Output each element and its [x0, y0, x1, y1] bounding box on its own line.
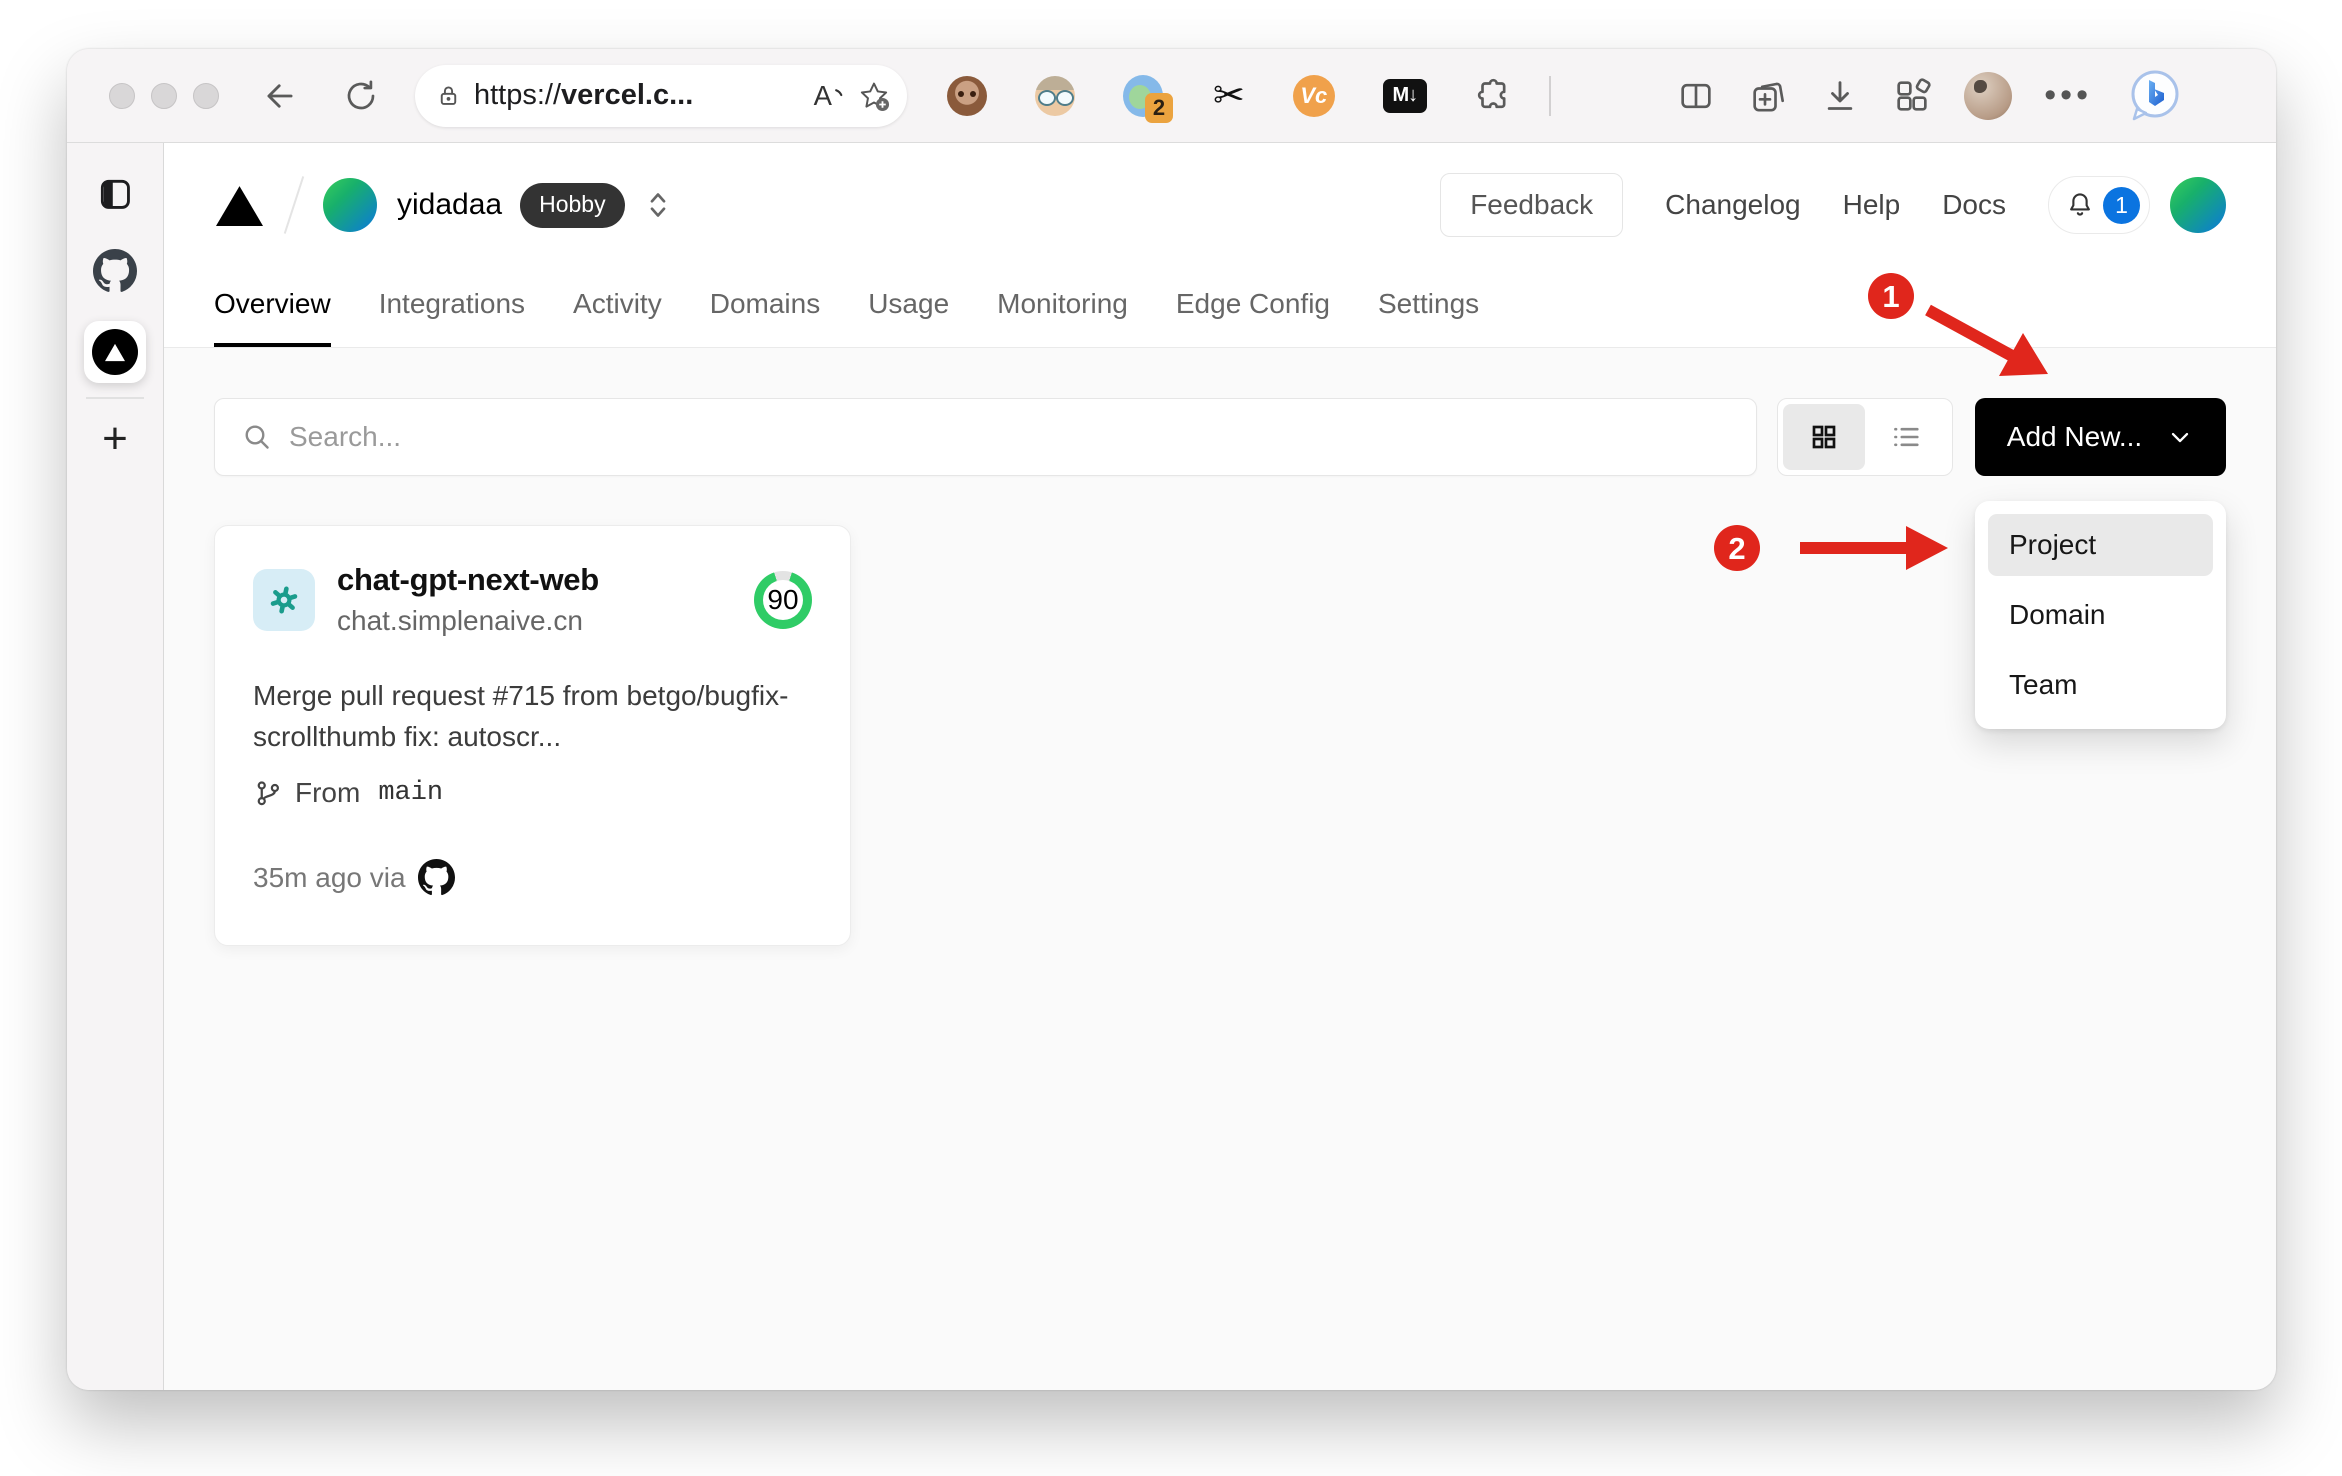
github-icon [417, 859, 455, 896]
feedback-button[interactable]: Feedback [1440, 173, 1624, 237]
tab-activity[interactable]: Activity [573, 267, 662, 347]
docs-link[interactable]: Docs [1942, 189, 2006, 221]
notification-count-badge: 1 [2103, 186, 2140, 224]
svg-text:A: A [814, 80, 833, 111]
vercel-tab-icon [92, 329, 138, 375]
zoom-window-button[interactable] [193, 82, 219, 109]
plan-badge: Hobby [520, 182, 625, 228]
tab-integrations[interactable]: Integrations [379, 267, 525, 347]
tab-usage[interactable]: Usage [868, 267, 949, 347]
browser-toolbar: https://vercel.c... A 2 ✂ Vc M↓ ••• [67, 49, 2276, 143]
grid-view-button[interactable] [1783, 404, 1865, 470]
add-new-wrap: Add New... Project Domain Team [1975, 398, 2226, 729]
score-ring[interactable]: 90 [754, 570, 812, 629]
tab-overview[interactable]: Overview [214, 267, 331, 347]
toolbar-divider [1548, 75, 1551, 116]
reload-button[interactable] [343, 78, 379, 114]
new-tab-plus-icon[interactable]: + [102, 417, 128, 461]
github-tab-icon[interactable] [93, 249, 137, 293]
controls-row: Add New... Project Domain Team [214, 398, 2226, 729]
team-avatar[interactable] [323, 178, 377, 232]
vercel-tab-active[interactable] [84, 321, 146, 383]
dashboard-nav-tabs: Overview Integrations Activity Domains U… [164, 267, 2276, 347]
extensions-puzzle-icon[interactable] [1475, 76, 1515, 116]
extensions-row: 2 ✂ Vc M↓ [947, 74, 1515, 123]
view-switcher [1777, 398, 1953, 476]
add-new-dropdown: Project Domain Team [1975, 501, 2226, 729]
project-domain[interactable]: chat.simplenaive.cn [337, 605, 599, 637]
toolbar-right-icons: ••• [1676, 65, 2186, 127]
score-value: 90 [767, 583, 799, 615]
apps-grid-icon[interactable] [1892, 76, 1932, 116]
screenshot-root: { "browser": { "url": { "scheme": "https… [0, 0, 2342, 1476]
read-aloud-icon[interactable]: A [811, 79, 845, 113]
vercel-logo-icon[interactable] [214, 183, 265, 228]
dashboard-content: Add New... Project Domain Team [164, 348, 2276, 1390]
project-names: chat-gpt-next-web chat.simplenaive.cn [337, 562, 599, 637]
browser-profile-avatar[interactable] [1964, 71, 2013, 120]
tab-domains[interactable]: Domains [710, 267, 820, 347]
tampermonkey-extension-icon[interactable] [947, 75, 987, 116]
team-name[interactable]: yidadaa [397, 188, 502, 222]
sidebar-panel-icon[interactable] [96, 175, 134, 213]
dropdown-item-project[interactable]: Project [1988, 514, 2213, 576]
chevron-down-icon [2172, 432, 2189, 443]
tab-monitoring[interactable]: Monitoring [997, 267, 1128, 347]
downloads-icon[interactable] [1820, 76, 1860, 116]
lock-icon [435, 82, 462, 109]
branch-row: From main [253, 777, 812, 809]
collections-icon[interactable] [1748, 76, 1788, 116]
user-avatar[interactable] [2170, 177, 2226, 233]
browser-window: https://vercel.c... A 2 ✂ Vc M↓ ••• + yi… [67, 49, 2276, 1390]
add-favorite-star-icon[interactable] [857, 79, 891, 113]
back-button[interactable] [261, 77, 299, 115]
project-card-head: chat-gpt-next-web chat.simplenaive.cn 90 [253, 562, 812, 637]
deployment-meta: 35m ago via [253, 859, 812, 896]
breadcrumb-slash [283, 176, 305, 234]
extension-badge: 2 [1145, 92, 1173, 123]
search-box[interactable] [214, 398, 1757, 476]
split-screen-icon[interactable] [1676, 76, 1716, 116]
window-body: + yidadaa Hobby Feedback Changelog Help … [67, 143, 2276, 1390]
branch-prefix: From [295, 777, 361, 808]
translator-extension-icon[interactable] [1035, 75, 1075, 116]
address-bar[interactable]: https://vercel.c... A [415, 64, 907, 127]
help-link[interactable]: Help [1843, 189, 1901, 221]
notifications-button[interactable]: 1 [2048, 176, 2150, 234]
url-text: https://vercel.c... [474, 79, 694, 111]
traffic-lights [109, 82, 219, 109]
close-window-button[interactable] [109, 82, 135, 109]
dropdown-item-team[interactable]: Team [1988, 654, 2213, 716]
search-input[interactable] [289, 421, 1730, 453]
changelog-link[interactable]: Changelog [1665, 189, 1800, 221]
vc-extension-icon[interactable]: Vc [1292, 74, 1335, 117]
commit-message[interactable]: Merge pull request #715 from betgo/bugfi… [253, 675, 812, 757]
git-branch-icon [257, 781, 280, 806]
add-new-button[interactable]: Add New... [1975, 398, 2226, 476]
bing-chat-icon[interactable] [2124, 65, 2186, 127]
branch-name: main [378, 778, 444, 808]
list-view-button[interactable] [1865, 404, 1947, 470]
tab-settings[interactable]: Settings [1378, 267, 1479, 347]
vercel-dashboard-page: yidadaa Hobby Feedback Changelog Help Do… [164, 143, 2276, 1390]
more-menu-icon[interactable]: ••• [2044, 76, 2092, 115]
deployed-time: 35m ago via [253, 861, 406, 893]
edge-side-strip: + [67, 143, 164, 1390]
openai-project-icon [253, 568, 315, 631]
search-icon [245, 425, 269, 449]
bell-icon [2070, 193, 2090, 216]
clipper-extension-icon[interactable]: ✂ [1213, 76, 1245, 116]
proxy-extension-icon[interactable]: 2 [1123, 74, 1173, 123]
side-strip-divider [86, 397, 144, 399]
minimize-window-button[interactable] [151, 82, 177, 109]
tab-edge-config[interactable]: Edge Config [1176, 267, 1330, 347]
project-name[interactable]: chat-gpt-next-web [337, 562, 599, 598]
dropdown-item-domain[interactable]: Domain [1988, 584, 2213, 646]
project-card[interactable]: chat-gpt-next-web chat.simplenaive.cn 90… [214, 525, 851, 946]
team-switcher-icon[interactable] [645, 190, 671, 220]
brand-row: yidadaa Hobby Feedback Changelog Help Do… [164, 143, 2276, 267]
page-header: yidadaa Hobby Feedback Changelog Help Do… [164, 143, 2276, 348]
markdown-extension-icon[interactable]: M↓ [1382, 78, 1427, 113]
